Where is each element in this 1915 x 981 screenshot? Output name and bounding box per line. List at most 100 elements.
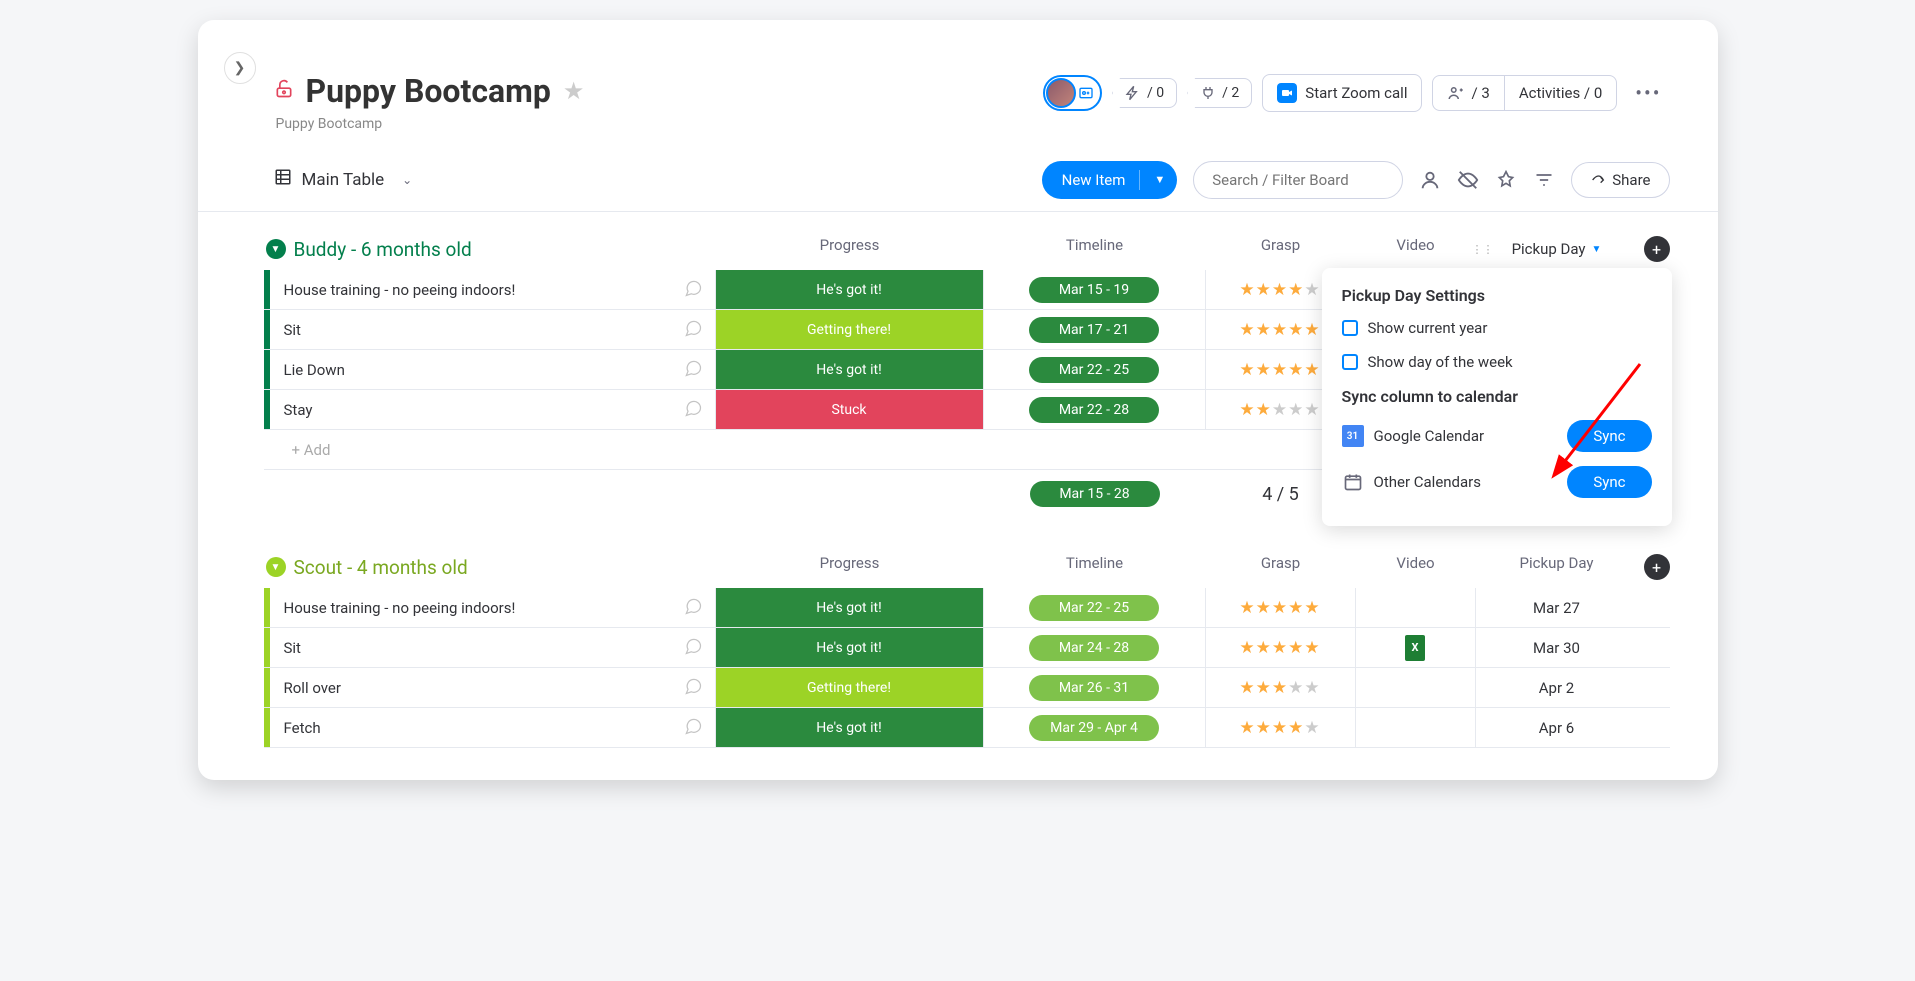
conversation-icon[interactable]	[683, 398, 703, 422]
conversation-icon[interactable]	[683, 318, 703, 342]
timeline-cell[interactable]: Mar 22 - 25	[984, 350, 1206, 389]
item-name-cell[interactable]: House training - no peeing indoors!	[270, 588, 716, 627]
item-name-cell[interactable]: Roll over	[270, 668, 716, 707]
sync-other-row: Other Calendars Sync	[1342, 466, 1652, 498]
chevron-down-icon: ▼	[1154, 173, 1165, 186]
progress-cell[interactable]: He's got it!	[716, 588, 984, 627]
column-header-video[interactable]: Video	[1356, 236, 1476, 262]
column-header-timeline[interactable]: Timeline	[984, 554, 1206, 580]
excel-file-icon[interactable]: X	[1405, 635, 1425, 661]
pickup-cell[interactable]: Mar 30	[1476, 628, 1638, 667]
start-zoom-button[interactable]: Start Zoom call	[1262, 74, 1422, 112]
board-description[interactable]: Puppy Bootcamp	[276, 116, 1658, 132]
timeline-pill: Mar 26 - 31	[1029, 675, 1159, 701]
sync-section-title: Sync column to calendar	[1342, 387, 1652, 406]
grasp-cell[interactable]: ★★★★★	[1206, 588, 1356, 627]
favorite-star-icon[interactable]: ★	[563, 77, 585, 105]
sync-label: Other Calendars	[1374, 473, 1482, 491]
video-cell[interactable]	[1356, 588, 1476, 627]
timeline-pill: Mar 15 - 28	[1030, 481, 1160, 507]
column-header-grasp[interactable]: Grasp	[1206, 236, 1356, 262]
progress-cell[interactable]: He's got it!	[716, 270, 984, 309]
collapse-group-button[interactable]: ▼	[266, 239, 286, 259]
column-header-progress[interactable]: Progress	[716, 554, 984, 580]
activities-button[interactable]: Activities / 0	[1505, 76, 1616, 110]
column-header-grasp[interactable]: Grasp	[1206, 554, 1356, 580]
timeline-pill: Mar 17 - 21	[1029, 317, 1159, 343]
integrations-counter[interactable]: / 2	[1187, 78, 1252, 108]
group-header: ▼ Buddy - 6 months old Progress Timeline…	[264, 236, 1670, 262]
conversation-icon[interactable]	[683, 596, 703, 620]
hide-columns-icon[interactable]	[1457, 169, 1479, 191]
timeline-cell[interactable]: Mar 29 - Apr 4	[984, 708, 1206, 747]
group-title[interactable]: Buddy - 6 months old	[294, 238, 472, 261]
item-name-cell[interactable]: Fetch	[270, 708, 716, 747]
progress-cell[interactable]: He's got it!	[716, 708, 984, 747]
timeline-cell[interactable]: Mar 22 - 25	[984, 588, 1206, 627]
progress-cell[interactable]: He's got it!	[716, 628, 984, 667]
video-cell[interactable]	[1356, 668, 1476, 707]
view-selector[interactable]: Main Table ⌄	[274, 168, 413, 191]
view-label: Main Table	[302, 170, 385, 190]
filter-icon[interactable]	[1533, 169, 1555, 191]
column-header-pickup[interactable]: Pickup Day	[1476, 554, 1638, 580]
summary-timeline: Mar 15 - 28	[984, 474, 1206, 514]
grasp-cell[interactable]: ★★★★★	[1206, 708, 1356, 747]
share-button[interactable]: Share	[1571, 162, 1669, 198]
conversation-icon[interactable]	[683, 278, 703, 302]
show-weekday-option[interactable]: Show day of the week	[1342, 353, 1652, 371]
column-header-pickup[interactable]: ⋮⋮ Pickup Day ▼	[1476, 236, 1638, 262]
column-header-video[interactable]: Video	[1356, 554, 1476, 580]
item-name-cell[interactable]: Sit	[270, 628, 716, 667]
grasp-cell[interactable]: ★★★★★	[1206, 668, 1356, 707]
board-viewers[interactable]	[1043, 75, 1102, 111]
drag-grip-icon[interactable]: ⋮⋮	[1472, 243, 1494, 256]
progress-cell[interactable]: Stuck	[716, 390, 984, 429]
conversation-icon[interactable]	[683, 358, 703, 382]
divider	[1139, 170, 1140, 190]
timeline-cell[interactable]: Mar 15 - 19	[984, 270, 1206, 309]
video-cell[interactable]: X	[1356, 628, 1476, 667]
add-column-button[interactable]: +	[1644, 236, 1670, 262]
board-title[interactable]: Puppy Bootcamp	[306, 72, 551, 110]
conversation-icon[interactable]	[683, 636, 703, 660]
timeline-cell[interactable]: Mar 24 - 28	[984, 628, 1206, 667]
pickup-cell[interactable]: Mar 27	[1476, 588, 1638, 627]
item-name-cell[interactable]: House training - no peeing indoors!	[270, 270, 716, 309]
pickup-cell[interactable]: Apr 6	[1476, 708, 1638, 747]
privacy-lock-icon[interactable]	[274, 79, 294, 104]
pin-icon[interactable]	[1495, 169, 1517, 191]
add-column-button[interactable]: +	[1644, 554, 1670, 580]
sync-google-button[interactable]: Sync	[1567, 420, 1651, 452]
members-button[interactable]: / 3	[1433, 76, 1504, 110]
timeline-cell[interactable]: Mar 26 - 31	[984, 668, 1206, 707]
person-filter-icon[interactable]	[1419, 169, 1441, 191]
column-header-timeline[interactable]: Timeline	[984, 236, 1206, 262]
progress-cell[interactable]: He's got it!	[716, 350, 984, 389]
conversation-icon[interactable]	[683, 716, 703, 740]
sync-google-row: 31 Google Calendar Sync	[1342, 420, 1652, 452]
automations-counter[interactable]: / 0	[1112, 78, 1177, 108]
show-year-option[interactable]: Show current year	[1342, 319, 1652, 337]
column-header-progress[interactable]: Progress	[716, 236, 984, 262]
new-item-button[interactable]: New Item ▼	[1042, 161, 1178, 199]
conversation-icon[interactable]	[683, 676, 703, 700]
video-cell[interactable]	[1356, 708, 1476, 747]
progress-cell[interactable]: Getting there!	[716, 668, 984, 707]
group-title[interactable]: Scout - 4 months old	[294, 556, 468, 579]
progress-cell[interactable]: Getting there!	[716, 310, 984, 349]
item-name-cell[interactable]: Stay	[270, 390, 716, 429]
timeline-cell[interactable]: Mar 17 - 21	[984, 310, 1206, 349]
collapse-group-button[interactable]: ▼	[266, 557, 286, 577]
timeline-cell[interactable]: Mar 22 - 28	[984, 390, 1206, 429]
board-menu-button[interactable]: •••	[1627, 81, 1669, 105]
grasp-cell[interactable]: ★★★★★	[1206, 628, 1356, 667]
item-name-cell[interactable]: Lie Down	[270, 350, 716, 389]
item-name-cell[interactable]: Sit	[270, 310, 716, 349]
search-input[interactable]	[1193, 161, 1403, 199]
expand-sidebar-button[interactable]: ❯	[224, 52, 256, 84]
caret-down-icon: ▼	[1592, 244, 1602, 255]
sync-other-button[interactable]: Sync	[1567, 466, 1651, 498]
pickup-cell[interactable]: Apr 2	[1476, 668, 1638, 707]
timeline-pill: Mar 22 - 25	[1029, 595, 1159, 621]
